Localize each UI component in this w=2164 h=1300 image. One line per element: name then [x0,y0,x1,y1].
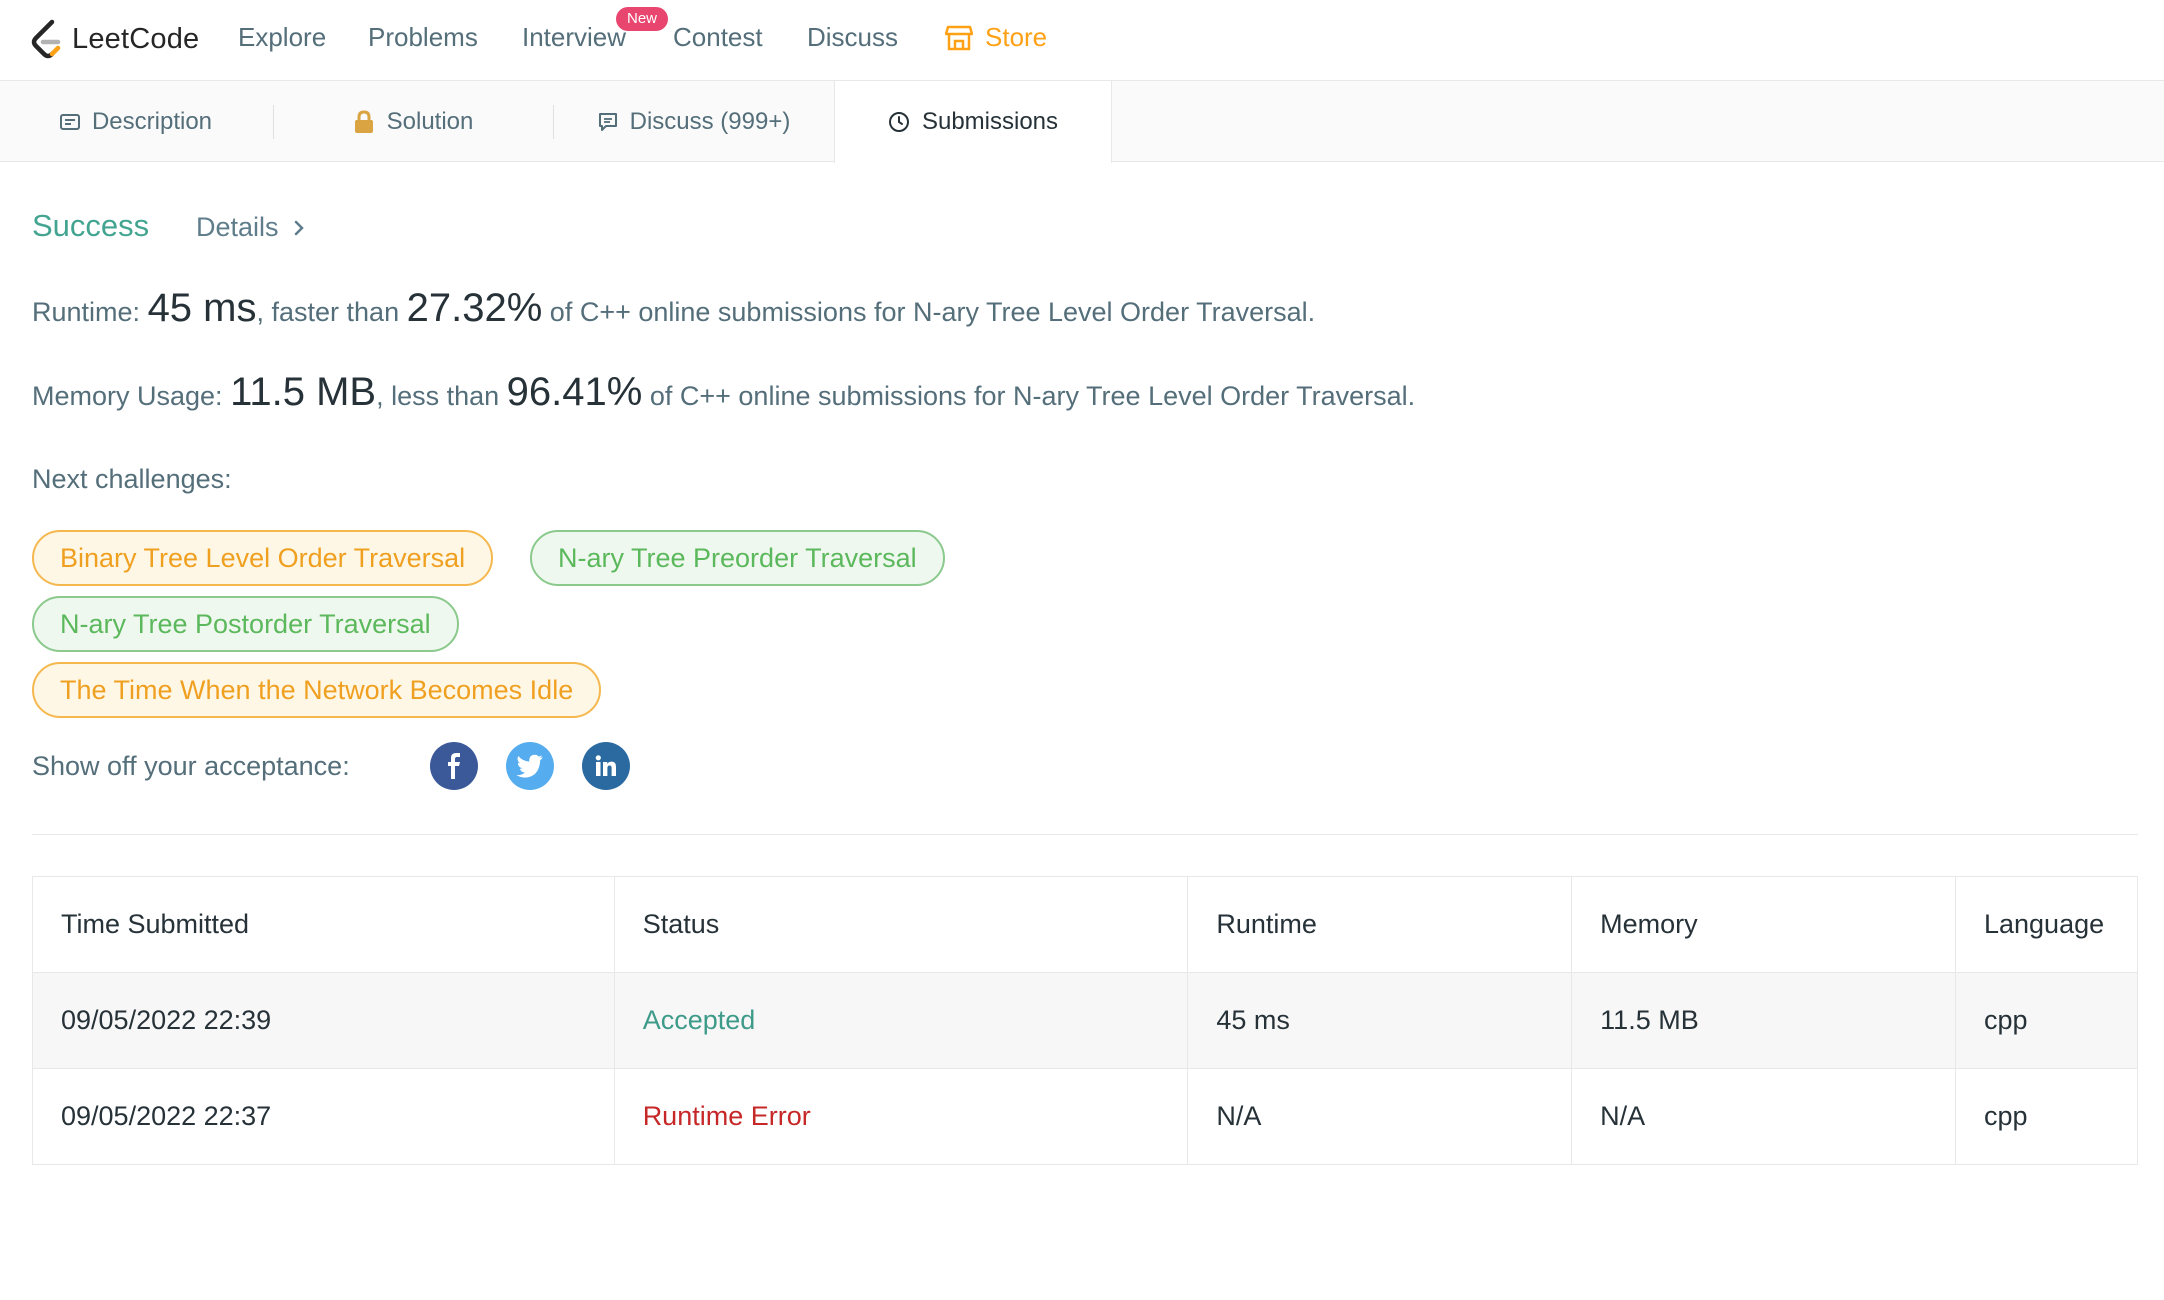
tab-discuss[interactable]: Discuss (999+) [554,81,834,162]
cell-memory: 11.5 MB [1571,972,1956,1069]
nav-problems[interactable]: Problems [368,22,478,53]
runtime-stat: Runtime: 45 ms, faster than 27.32% of C+… [32,286,1315,331]
table-header-row: Time Submitted Status Runtime Memory Lan… [32,876,2139,973]
memory-compare-text: , less than [376,381,500,411]
cell-time: 09/05/2022 22:39 [32,972,615,1069]
memory-percentile: 96.41% [506,370,643,414]
runtime-label: Runtime: [32,297,141,327]
tab-description[interactable]: Description [0,81,272,162]
share-label: Show off your acceptance: [32,751,350,781]
table-row: 09/05/2022 22:37 Runtime Error N/A N/A c… [32,1068,2139,1165]
memory-value: 11.5 MB [230,370,377,414]
col-language: Language [1954,876,2139,973]
cell-language: cpp [1954,1068,2139,1165]
next-challenges-title: Next challenges: [32,464,232,494]
new-badge: New [616,7,668,31]
description-icon [59,113,80,130]
twitter-icon[interactable] [506,742,554,790]
nav-discuss[interactable]: Discuss [807,22,898,53]
lock-icon [354,109,373,133]
tab-submissions-label: Submissions [921,108,1059,135]
col-status: Status [613,876,1189,973]
submissions-table: Time Submitted Status Runtime Memory Lan… [32,876,2139,1165]
col-time-submitted: Time Submitted [32,876,615,973]
clock-icon [888,112,909,132]
details-label: Details [196,212,279,242]
cell-status-link[interactable]: Accepted [613,972,1189,1069]
leetcode-logo[interactable]: LeetCode [30,14,199,64]
section-divider [32,834,2138,835]
memory-suffix: of C++ online submissions for N-ary Tree… [649,381,1416,411]
memory-stat: Memory Usage: 11.5 MB, less than 96.41% … [32,370,1415,415]
runtime-suffix: of C++ online submissions for N-ary Tree… [549,297,1316,327]
cell-memory: N/A [1571,1068,1956,1165]
cell-runtime: 45 ms [1187,972,1573,1069]
runtime-percentile: 27.32% [406,286,543,330]
leetcode-logo-icon [31,19,61,59]
challenge-pill[interactable]: N-ary Tree Preorder Traversal [530,530,945,586]
comment-icon [598,112,617,131]
nav-interview[interactable]: Interview [522,22,626,53]
facebook-glyph [448,753,460,779]
details-link[interactable]: Details [196,212,305,243]
store-icon [945,25,973,50]
status-accepted-link[interactable]: Accepted [643,1005,756,1035]
tab-solution-label: Solution [386,107,474,135]
status-runtime-error-link[interactable]: Runtime Error [643,1101,811,1131]
facebook-icon[interactable] [430,742,478,790]
linkedin-icon[interactable] [582,742,630,790]
nav-store[interactable]: Store [945,22,1047,53]
nav-explore[interactable]: Explore [238,22,326,53]
cell-language: cpp [1954,972,2139,1069]
chevron-right-icon [294,220,304,235]
tab-description-label: Description [91,107,213,135]
runtime-compare-text: , faster than [256,297,400,327]
col-runtime: Runtime [1187,876,1573,973]
challenge-pill[interactable]: Binary Tree Level Order Traversal [32,530,494,586]
problem-tabs: Description Solution Discuss (999+) Subm… [0,81,2164,163]
tab-solution[interactable]: Solution [274,81,552,162]
runtime-value: 45 ms [147,286,257,330]
nav-contest[interactable]: Contest [673,22,763,53]
top-navbar: LeetCode Explore Problems Interview New … [0,0,2164,81]
tab-submissions[interactable]: Submissions [834,81,1112,163]
result-status: Success [32,208,150,243]
challenge-pill[interactable]: N-ary Tree Postorder Traversal [32,596,459,652]
twitter-glyph [516,754,543,778]
linkedin-glyph [595,755,616,776]
memory-label: Memory Usage: [32,381,223,411]
store-label: Store [985,22,1048,52]
table-row: 09/05/2022 22:39 Accepted 45 ms 11.5 MB … [32,972,2139,1069]
cell-status-link[interactable]: Runtime Error [613,1068,1189,1165]
cell-time: 09/05/2022 22:37 [32,1068,615,1165]
col-memory: Memory [1571,876,1956,973]
tab-discuss-label: Discuss (999+) [629,107,791,135]
logo-text: LeetCode [72,22,200,55]
cell-runtime: N/A [1187,1068,1573,1165]
challenge-pill[interactable]: The Time When the Network Becomes Idle [32,662,602,718]
